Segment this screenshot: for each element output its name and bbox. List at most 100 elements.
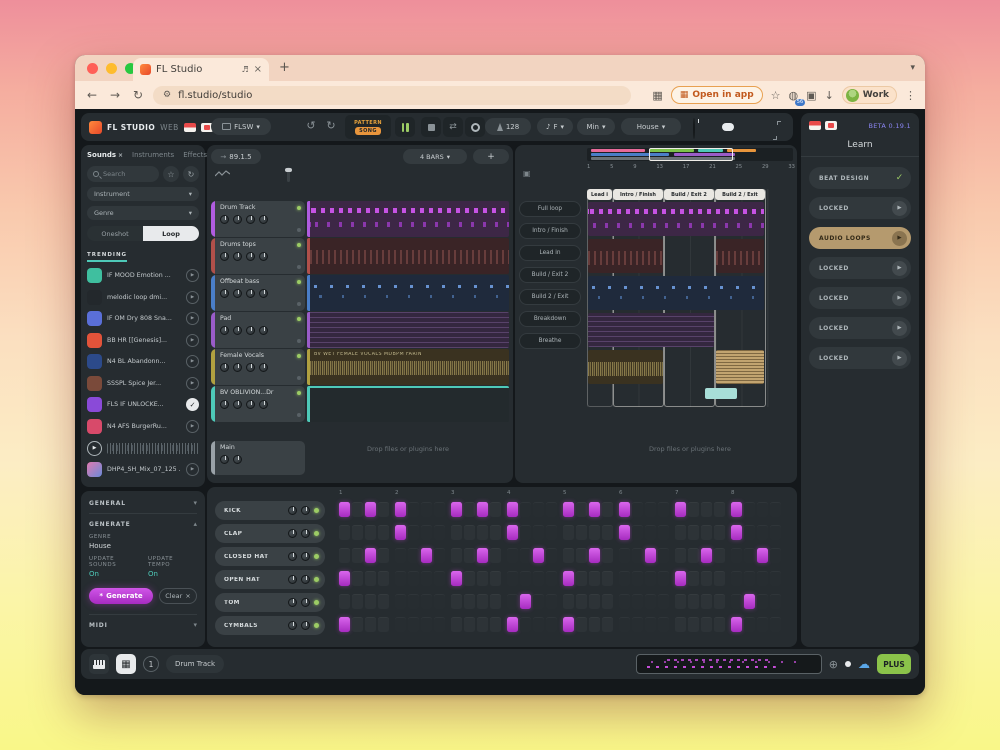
back-button[interactable]: ←	[84, 88, 100, 102]
step-cell[interactable]	[477, 617, 488, 632]
step-cell[interactable]	[451, 548, 462, 563]
step-cell[interactable]	[395, 525, 406, 540]
step-cell[interactable]	[520, 617, 531, 632]
step-cell[interactable]	[520, 594, 531, 609]
channel-knob[interactable]	[233, 289, 242, 298]
channel-knob[interactable]	[246, 252, 255, 261]
zoom-slider-handle[interactable]	[845, 661, 851, 667]
channel-knob[interactable]	[233, 400, 242, 409]
step-cell[interactable]	[464, 525, 475, 540]
step-cell[interactable]	[451, 525, 462, 540]
play-icon[interactable]: ▶	[186, 269, 199, 282]
step-cell[interactable]	[507, 525, 518, 540]
add-channel-button[interactable]: +	[473, 149, 509, 164]
step-cell[interactable]	[533, 548, 544, 563]
step-cell[interactable]	[731, 617, 742, 632]
step-cell[interactable]	[757, 502, 768, 517]
notifications-icon[interactable]: ◍56	[789, 89, 799, 102]
step-cell[interactable]	[378, 571, 389, 586]
step-cell[interactable]	[490, 594, 501, 609]
step-cell[interactable]	[339, 502, 350, 517]
step-cell[interactable]	[378, 525, 389, 540]
channel-row[interactable]: Pad	[211, 312, 305, 348]
step-cell[interactable]	[632, 594, 643, 609]
downloads-icon[interactable]: ↓	[825, 89, 834, 102]
sound-list-item[interactable]: BB HR [[Genesis]... ▶ ✓	[87, 332, 199, 349]
step-cell[interactable]	[714, 502, 725, 517]
channel-row[interactable]: Drums tops	[211, 238, 305, 274]
step-cell[interactable]	[339, 525, 350, 540]
song-position-display[interactable]: → 89.1.5	[211, 149, 261, 164]
mute-dot[interactable]	[297, 228, 301, 232]
step-cell[interactable]	[339, 571, 350, 586]
tempo-control[interactable]: 128	[485, 118, 531, 135]
genre-value[interactable]: House	[89, 542, 197, 550]
pattern-clip-row[interactable]	[307, 238, 509, 274]
arrangement-tab[interactable]: Build 2 / Exit	[715, 189, 765, 200]
step-cell[interactable]	[619, 617, 630, 632]
step-cell[interactable]	[619, 548, 630, 563]
pattern-clip-row[interactable]	[307, 201, 509, 237]
update-tempo-value[interactable]: On	[148, 570, 197, 578]
step-cell[interactable]	[365, 548, 376, 563]
step-cell[interactable]	[701, 571, 712, 586]
channel-led[interactable]	[314, 531, 319, 536]
learn-item[interactable]: LOCKED ▶ ✓	[809, 287, 911, 309]
step-cell[interactable]	[658, 502, 669, 517]
step-cell[interactable]	[546, 502, 557, 517]
step-cell[interactable]	[434, 594, 445, 609]
step-cell[interactable]	[645, 594, 656, 609]
step-cell[interactable]	[434, 617, 445, 632]
genre-select[interactable]: House ▾	[621, 118, 681, 135]
apps-grid-icon[interactable]: ▦	[652, 89, 662, 102]
step-cell[interactable]	[464, 571, 475, 586]
clip[interactable]	[716, 350, 764, 384]
plus-button[interactable]: PLUS	[877, 654, 911, 674]
step-cell[interactable]	[520, 525, 531, 540]
flag-icon[interactable]	[809, 121, 821, 130]
step-cell[interactable]	[546, 525, 557, 540]
step-cell[interactable]	[701, 594, 712, 609]
channel-knob[interactable]	[246, 363, 255, 372]
step-cell[interactable]	[645, 525, 656, 540]
step-cell[interactable]	[658, 525, 669, 540]
step-cell[interactable]	[675, 502, 686, 517]
step-cell[interactable]	[589, 617, 600, 632]
step-cell[interactable]	[757, 525, 768, 540]
sound-list-item[interactable]: IF MOOD Emotion ... ▶ ✓	[87, 267, 199, 284]
step-cell[interactable]	[632, 571, 643, 586]
step-cell[interactable]	[546, 571, 557, 586]
learn-item[interactable]: LOCKED ▶ ✓	[809, 347, 911, 369]
step-cell[interactable]	[533, 571, 544, 586]
step-cell[interactable]	[365, 617, 376, 632]
step-cell[interactable]	[563, 525, 574, 540]
step-cell[interactable]	[421, 617, 432, 632]
step-cell[interactable]	[576, 571, 587, 586]
step-cell[interactable]	[632, 548, 643, 563]
channel-knob[interactable]	[301, 552, 310, 561]
step-cell[interactable]	[619, 571, 630, 586]
generate-button[interactable]: * Generate	[89, 588, 153, 604]
record-button[interactable]	[465, 117, 485, 137]
loop-option[interactable]: Loop	[143, 226, 199, 241]
step-cell[interactable]	[602, 548, 613, 563]
step-cell[interactable]	[533, 502, 544, 517]
sections-icon[interactable]: ▣	[523, 169, 531, 178]
tab-sounds[interactable]: Sounds×	[87, 151, 123, 159]
step-cell[interactable]	[451, 594, 462, 609]
step-cell[interactable]	[714, 525, 725, 540]
arrangement-tab[interactable]: Intro / Finish	[613, 189, 663, 200]
favorites-star-button[interactable]: ☆	[163, 166, 179, 182]
tab-effects[interactable]: Effects	[183, 151, 207, 159]
learn-item[interactable]: LOCKED ▶ ✓	[809, 317, 911, 339]
channel-knob[interactable]	[259, 400, 268, 409]
play-pause-button[interactable]	[395, 117, 415, 137]
step-cell[interactable]	[731, 571, 742, 586]
instrument-filter-select[interactable]: Instrument▾	[87, 187, 199, 201]
pattern-number-badge[interactable]: 1	[143, 656, 159, 672]
play-icon[interactable]: ▶	[186, 312, 199, 325]
play-icon[interactable]: ▶	[186, 291, 199, 304]
step-cell[interactable]	[421, 571, 432, 586]
sequencer-channel[interactable]: KICK	[215, 501, 325, 520]
step-cell[interactable]	[490, 548, 501, 563]
